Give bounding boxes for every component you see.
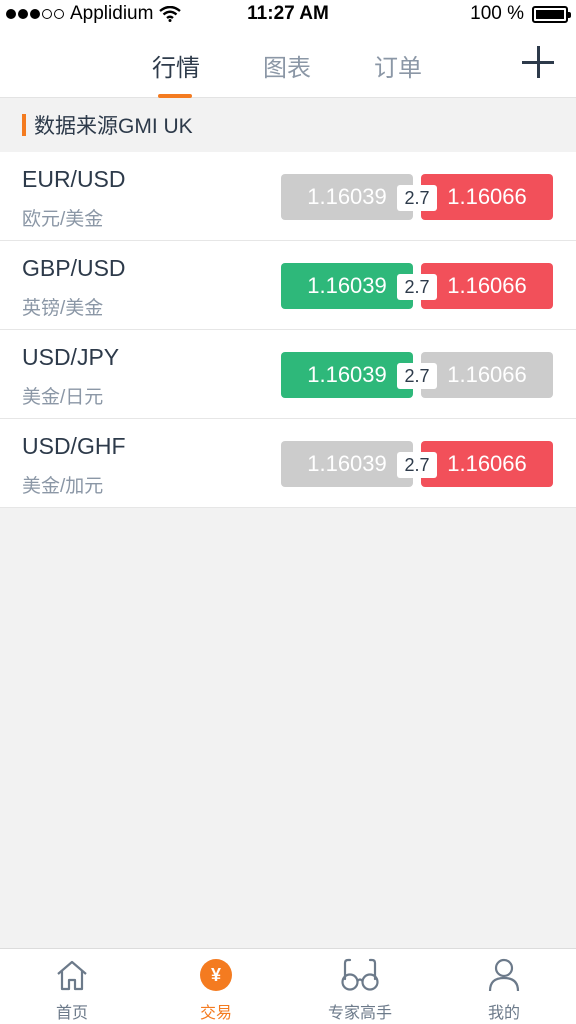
tab-market[interactable]: 行情 [136, 48, 216, 83]
quote-row[interactable]: USD/GHF 美金/加元 1.16039 2.7 1.16066 [0, 419, 576, 508]
nav-label: 我的 [487, 1005, 520, 1022]
spread-badge: 2.7 [397, 452, 437, 478]
home-icon [57, 960, 87, 991]
battery-icon [532, 5, 571, 23]
ask-price-button[interactable]: 1.16066 [421, 441, 553, 487]
quote-row[interactable]: GBP/USD 英镑/美金 1.16039 2.7 1.16066 [0, 241, 576, 330]
tab-orders[interactable]: 订单 [358, 48, 438, 83]
spread-badge: 2.7 [397, 363, 437, 389]
top-nav: 行情 图表 订单 [0, 30, 576, 98]
bid-price-button[interactable]: 1.16039 [281, 263, 413, 309]
tab-chart[interactable]: 图表 [247, 48, 327, 83]
nav-label: 专家高手 [327, 1005, 392, 1022]
pair-name: 美金/加元 [22, 476, 104, 497]
ask-price-button[interactable]: 1.16066 [421, 174, 553, 220]
data-source-label: 数据来源GMI UK [34, 115, 193, 138]
bid-price-button[interactable]: 1.16039 [281, 174, 413, 220]
spread-badge: 2.7 [397, 274, 437, 300]
user-icon [488, 958, 520, 992]
glasses-icon [341, 958, 379, 991]
ask-price-button[interactable]: 1.16066 [421, 352, 553, 398]
nav-item-experts[interactable]: 专家高手 [288, 949, 432, 1024]
data-source-bar: 数据来源GMI UK [0, 99, 576, 151]
nav-item-trade[interactable]: ¥ 交易 [144, 949, 288, 1024]
pair-symbol: USD/GHF [22, 433, 126, 459]
app-screen: Applidium 11:27 AM 100 % 行情 图表 订单 数据来源GM… [0, 0, 576, 1024]
pair-name: 美金/日元 [22, 387, 104, 408]
pair-name: 英镑/美金 [22, 298, 104, 319]
bid-price-button[interactable]: 1.16039 [281, 352, 413, 398]
pair-symbol: EUR/USD [22, 166, 126, 192]
bottom-nav: 首页 ¥ 交易 专家高手 我的 [0, 948, 576, 1024]
ask-price-button[interactable]: 1.16066 [421, 263, 553, 309]
nav-label: 首页 [55, 1005, 88, 1022]
plus-icon[interactable] [522, 46, 554, 78]
pair-symbol: USD/JPY [22, 344, 120, 370]
nav-item-profile[interactable]: 我的 [432, 949, 576, 1024]
quote-row[interactable]: EUR/USD 欧元/美金 1.16039 2.7 1.16066 [0, 152, 576, 241]
quote-row[interactable]: USD/JPY 美金/日元 1.16039 2.7 1.16066 [0, 330, 576, 419]
quote-list: EUR/USD 欧元/美金 1.16039 2.7 1.16066 GBP/US… [0, 152, 576, 508]
status-right: 100 % [470, 3, 571, 25]
yen-icon: ¥ [198, 957, 234, 993]
active-tab-indicator [158, 94, 192, 98]
nav-item-home[interactable]: 首页 [0, 949, 144, 1024]
spread-badge: 2.7 [397, 185, 437, 211]
pair-symbol: GBP/USD [22, 255, 126, 281]
bid-price-button[interactable]: 1.16039 [281, 441, 413, 487]
pair-name: 欧元/美金 [22, 209, 104, 230]
status-bar: Applidium 11:27 AM 100 % [0, 0, 576, 30]
battery-percent: 100 % [470, 3, 524, 24]
nav-label: 交易 [199, 1005, 232, 1022]
source-marker [22, 114, 26, 136]
